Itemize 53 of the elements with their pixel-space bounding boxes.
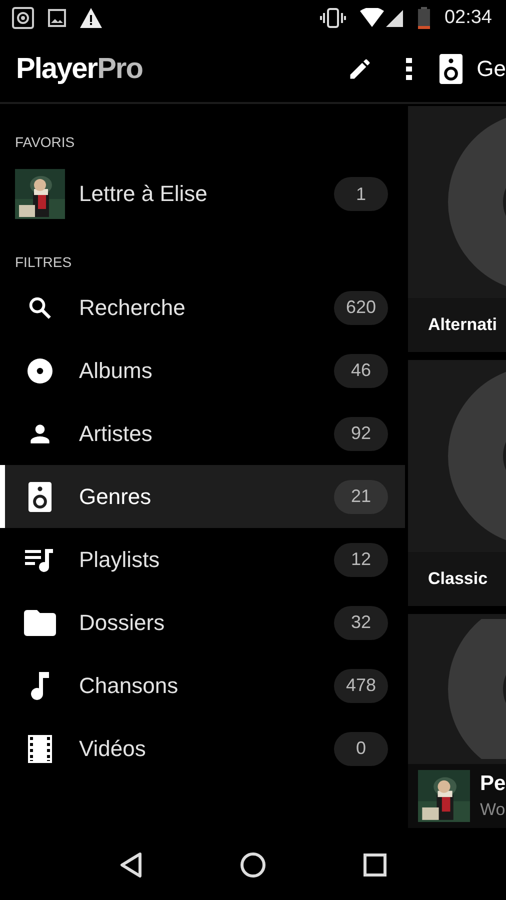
item-label: Lettre à Elise	[79, 181, 208, 207]
warning-icon	[80, 8, 102, 28]
drawer-item[interactable]: Recherche 620	[0, 276, 405, 339]
folder-icon	[24, 610, 56, 636]
drawer-item[interactable]: Vidéos 0	[0, 717, 405, 780]
item-label: Vidéos	[79, 736, 147, 762]
drawer-item[interactable]: Playlists 12	[0, 528, 405, 591]
drawer-item[interactable]: Albums 46	[0, 339, 405, 402]
genre-label: Alternati	[427, 314, 498, 336]
drawer-item[interactable]: Dossiers 32	[0, 591, 405, 654]
item-label: Playlists	[79, 546, 161, 572]
genre-card[interactable]: Alternati	[408, 106, 506, 352]
item-label: Genres	[79, 484, 152, 510]
film-icon	[28, 734, 52, 762]
count-badge: 1	[334, 177, 388, 211]
app-logo: PlayerPro	[16, 52, 142, 86]
more-icon	[404, 57, 413, 81]
genre-card[interactable]: Classic	[408, 360, 506, 606]
drawer-item[interactable]: Lettre à Elise 1	[0, 162, 405, 226]
item-label: Chansons	[79, 672, 180, 698]
vibrate-icon	[320, 8, 346, 28]
count-badge: 620	[334, 290, 388, 324]
image-icon	[48, 9, 66, 27]
drawer-item[interactable]: Chansons 478	[0, 654, 405, 717]
playlist-icon	[25, 546, 55, 572]
drawer-item[interactable]: Artistes 92	[0, 402, 405, 465]
section-header: FILTRES	[14, 253, 73, 272]
music-note-icon	[29, 672, 51, 700]
wifi-icon	[360, 8, 404, 28]
speaker-icon	[28, 482, 52, 512]
search-icon	[27, 294, 53, 320]
status-time: 02:34	[444, 7, 492, 29]
toolbar-title: Ge	[476, 56, 506, 82]
item-label: Albums	[79, 358, 154, 384]
section-header: FAVORIS	[14, 133, 76, 152]
count-badge: 12	[334, 542, 388, 576]
now-playing-bar[interactable]: Pe Wo	[408, 764, 506, 828]
item-label: Dossiers	[79, 610, 166, 636]
drawer-item[interactable]: Genres 21	[0, 465, 405, 528]
count-badge: 21	[334, 480, 388, 514]
count-badge: 46	[334, 354, 388, 388]
track-artist: Wo	[480, 800, 506, 820]
count-badge: 32	[334, 606, 388, 640]
genre-label: Classic	[427, 568, 489, 590]
track-title: Pe	[480, 772, 506, 796]
battery-icon	[418, 7, 430, 29]
count-badge: 0	[334, 732, 388, 766]
item-label: Recherche	[79, 294, 186, 320]
screenshot-icon	[12, 7, 34, 29]
item-label: Artistes	[79, 420, 154, 446]
speaker-icon	[438, 54, 463, 84]
count-badge: 92	[334, 416, 388, 450]
count-badge: 478	[334, 668, 388, 702]
